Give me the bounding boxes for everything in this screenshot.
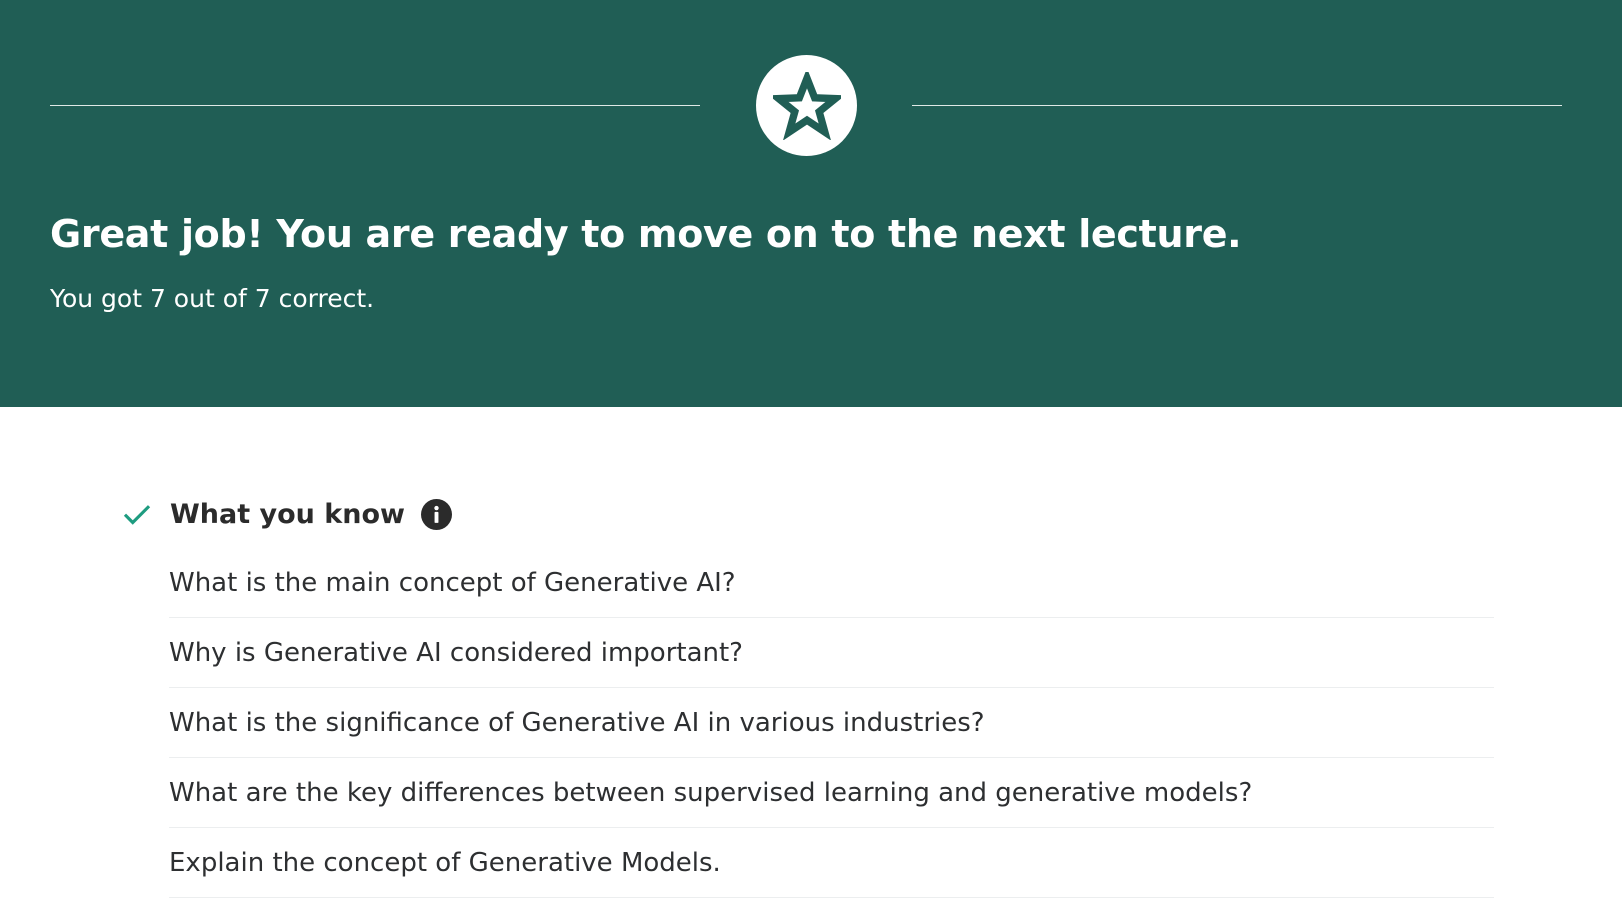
question-list: What is the main concept of Generative A… — [169, 548, 1494, 898]
list-item: What is the significance of Generative A… — [169, 688, 1494, 758]
list-item: Why is Generative AI considered importan… — [169, 618, 1494, 688]
check-icon — [123, 505, 151, 525]
divider-right — [912, 105, 1562, 106]
section-title: What you know — [170, 498, 405, 530]
star-badge — [756, 55, 857, 156]
star-icon — [772, 71, 841, 140]
quiz-result-banner: Great job! You are ready to move on to t… — [0, 0, 1622, 407]
divider-left — [50, 105, 700, 106]
list-item: What are the key differences between sup… — [169, 758, 1494, 828]
list-item: What is the main concept of Generative A… — [169, 548, 1494, 618]
score-text: You got 7 out of 7 correct. — [50, 284, 375, 313]
info-icon[interactable] — [420, 498, 452, 530]
what-you-know-header: What you know — [120, 494, 452, 534]
result-headline: Great job! You are ready to move on to t… — [50, 212, 1242, 256]
list-item: Explain the concept of Generative Models… — [169, 828, 1494, 898]
